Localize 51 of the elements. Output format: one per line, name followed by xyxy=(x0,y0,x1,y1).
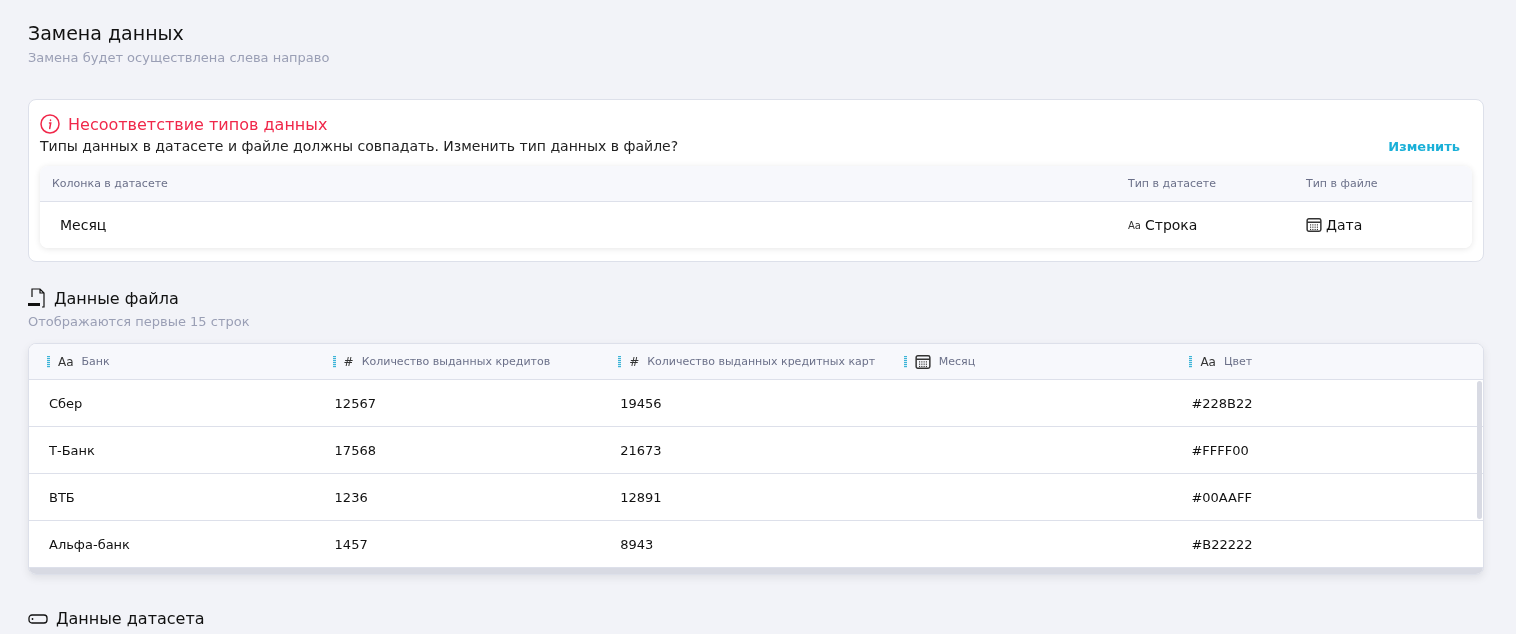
drag-handle-icon[interactable] xyxy=(903,355,907,368)
text-type-icon: Aa xyxy=(58,354,74,369)
column-header: Количество выданных кредитных карт xyxy=(647,355,876,368)
table-cell: 17568 xyxy=(334,442,376,458)
table-cell: 12891 xyxy=(620,489,662,505)
table-cell: #00AAFF xyxy=(1191,489,1252,505)
section-title: Данные датасета xyxy=(56,609,205,628)
number-type-icon: # xyxy=(343,354,354,369)
drag-handle-icon[interactable] xyxy=(332,355,336,368)
table-cell: #B22222 xyxy=(1191,536,1253,552)
table-cell: Дата xyxy=(1326,217,1363,233)
page-title: Замена данных xyxy=(28,22,185,44)
table-cell: 1236 xyxy=(334,489,368,505)
database-icon xyxy=(28,613,48,624)
info-icon xyxy=(40,114,60,134)
warning-message: Типы данных в датасете и файле должны совпадать. Изменить тип данных в файле? xyxy=(40,138,679,154)
table-cell: #FFFF00 xyxy=(1191,442,1249,458)
column-header: Количество выданных кредитов xyxy=(361,355,551,368)
table-cell: Т-Банк xyxy=(49,442,95,458)
table-cell: Строка xyxy=(1144,217,1198,233)
column-header: Колонка в датасете xyxy=(52,177,169,190)
table-cell: 1457 xyxy=(334,536,368,552)
calendar-icon xyxy=(914,353,931,370)
section-subtitle: Отображаются первые 15 строк xyxy=(28,314,251,329)
calendar-icon xyxy=(1306,217,1322,233)
text-type-icon: Aa xyxy=(1128,219,1141,231)
horizontal-scrollbar[interactable] xyxy=(29,568,1483,574)
column-header: Месяц xyxy=(938,355,976,368)
table-cell: 21673 xyxy=(620,442,662,458)
vertical-scrollbar[interactable] xyxy=(1477,381,1482,519)
table-cell: Альфа-банк xyxy=(49,536,130,552)
column-header: Банк xyxy=(81,355,110,368)
table-cell: 8943 xyxy=(620,536,654,552)
number-type-icon: # xyxy=(629,354,640,369)
table-cell: 19456 xyxy=(620,395,662,411)
drag-handle-icon[interactable] xyxy=(1189,355,1193,368)
warning-title: Несоответствие типов данных xyxy=(68,114,328,134)
drag-handle-icon[interactable] xyxy=(618,355,622,368)
table-cell: Сбер xyxy=(49,395,83,411)
table-cell: ВТБ xyxy=(49,489,75,505)
section-title: Данные файла xyxy=(54,288,179,308)
drag-handle-icon[interactable] xyxy=(47,355,50,368)
change-link[interactable]: Изменить xyxy=(1388,139,1460,154)
column-header: Тип в файле xyxy=(1306,177,1379,190)
table-cell: Месяц xyxy=(60,217,107,233)
table-cell: 12567 xyxy=(334,395,376,411)
column-header: Цвет xyxy=(1223,355,1253,368)
page-subtitle: Замена будет осуществлена слева направо xyxy=(28,50,331,65)
text-type-icon: Aa xyxy=(1200,354,1216,369)
column-header: Тип в датасете xyxy=(1128,177,1218,190)
table-cell: #228B22 xyxy=(1191,395,1253,411)
